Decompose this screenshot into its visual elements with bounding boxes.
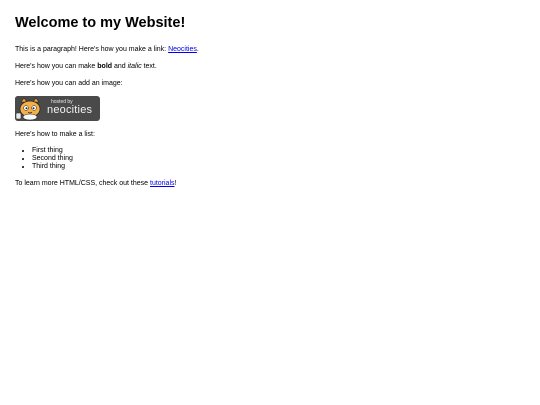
neocities-cat-icon	[15, 96, 49, 121]
page-content: Welcome to my Website! This is a paragra…	[0, 0, 540, 208]
list-intro-paragraph: Here's how to make a list:	[15, 131, 95, 138]
italic-text: italic	[127, 63, 142, 70]
neocities-link[interactable]: Neocities	[168, 46, 197, 53]
tutorials-paragraph: To learn more HTML/CSS, check out these …	[15, 179, 525, 188]
image-paragraph: Here's how you can add an image:	[15, 80, 123, 87]
formatting-and: and	[112, 63, 128, 70]
list-item: First thing	[32, 147, 525, 155]
list-item: Third thing	[32, 163, 525, 171]
hosted-by-neocities-badge[interactable]: hosted by neocities	[15, 96, 100, 121]
intro-period: .	[196, 46, 199, 53]
tutorials-link[interactable]: tutorials	[150, 180, 175, 187]
tutorials-end: !	[174, 180, 177, 187]
intro-paragraph: This is a paragraph! Here's how you make…	[15, 45, 525, 54]
example-list: First thing Second thing Third thing	[15, 147, 525, 171]
badge-large-text: neocities	[47, 104, 93, 116]
page-title: Welcome to my Website!	[15, 15, 186, 31]
formatting-end: text.	[141, 63, 157, 70]
formatting-text: Here's how you can make	[15, 63, 98, 70]
tutorials-text: To learn more HTML/CSS, check out these	[15, 180, 150, 187]
bold-text: bold	[97, 63, 113, 70]
formatting-paragraph: Here's how you can make bold and italic …	[15, 62, 525, 71]
intro-text: This is a paragraph! Here's how you make…	[15, 46, 169, 53]
list-item: Second thing	[32, 155, 525, 163]
